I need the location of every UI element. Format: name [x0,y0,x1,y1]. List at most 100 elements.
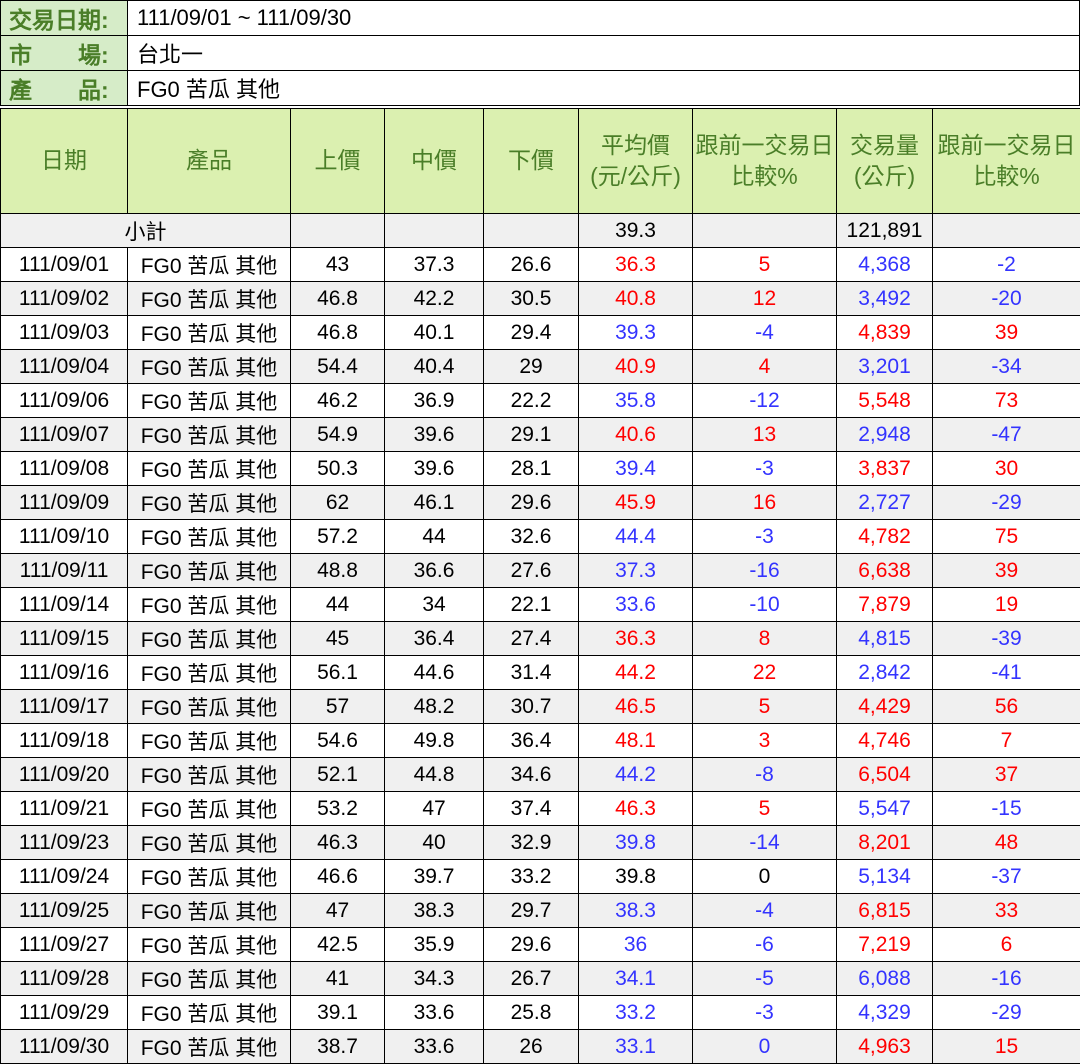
low-price-cell: 27.4 [484,622,579,656]
avg-price-cell: 34.1 [579,962,693,996]
volume-cell: 3,837 [837,452,933,486]
high-price-cell: 38.7 [291,1030,385,1064]
avg-change-cell: -10 [693,588,837,622]
col-header-low-price: 下價 [484,109,579,214]
high-price-cell: 46.2 [291,384,385,418]
table-header-row: 日期 產品 上價 中價 下價 平均價(元/公斤) 跟前一交易日比較% 交易量(公… [1,109,1080,214]
volume-change-cell: 6 [933,928,1080,962]
mid-price-cell: 39.7 [385,860,484,894]
mid-price-cell: 33.6 [385,996,484,1030]
query-info-table: 交易日期: 111/09/01 ~ 111/09/30 市 場: 台北一 產 品… [0,0,1080,106]
volume-cell: 3,492 [837,282,933,316]
avg-price-cell: 36.3 [579,622,693,656]
high-price-cell: 46.3 [291,826,385,860]
avg-price-cell: 37.3 [579,554,693,588]
mid-price-cell: 38.3 [385,894,484,928]
avg-change-cell: 0 [693,860,837,894]
mid-price-cell: 39.6 [385,418,484,452]
avg-price-cell: 40.9 [579,350,693,384]
low-price-cell: 29.1 [484,418,579,452]
volume-cell: 6,638 [837,554,933,588]
date-cell: 111/09/09 [1,486,128,520]
product-cell: FG0 苦瓜 其他 [128,384,291,418]
product-cell: FG0 苦瓜 其他 [128,554,291,588]
avg-price-cell: 44.2 [579,656,693,690]
mid-price-cell: 36.4 [385,622,484,656]
mid-price-cell: 48.2 [385,690,484,724]
volume-change-cell: 33 [933,894,1080,928]
avg-price-cell: 48.1 [579,724,693,758]
mid-price-cell: 42.2 [385,282,484,316]
product-cell: FG0 苦瓜 其他 [128,588,291,622]
date-cell: 111/09/17 [1,690,128,724]
volume-change-cell: 15 [933,1030,1080,1064]
high-price-cell: 46.8 [291,316,385,350]
info-row-product: 產 品: FG0 苦瓜 其他 [1,71,1080,106]
date-cell: 111/09/08 [1,452,128,486]
product-cell: FG0 苦瓜 其他 [128,452,291,486]
date-cell: 111/09/06 [1,384,128,418]
volume-cell: 4,782 [837,520,933,554]
avg-change-cell: -6 [693,928,837,962]
mid-price-cell: 34.3 [385,962,484,996]
volume-change-cell: 7 [933,724,1080,758]
data-row: 111/09/20 FG0 苦瓜 其他 52.1 44.8 34.6 44.2 … [1,758,1080,792]
avg-change-cell: 5 [693,792,837,826]
low-price-cell: 31.4 [484,656,579,690]
product-cell: FG0 苦瓜 其他 [128,894,291,928]
product-cell: FG0 苦瓜 其他 [128,316,291,350]
volume-change-cell: -20 [933,282,1080,316]
product-cell: FG0 苦瓜 其他 [128,486,291,520]
volume-change-cell: -16 [933,962,1080,996]
mid-price-cell: 36.9 [385,384,484,418]
date-cell: 111/09/04 [1,350,128,384]
data-row: 111/09/10 FG0 苦瓜 其他 57.2 44 32.6 44.4 -3… [1,520,1080,554]
avg-price-cell: 46.5 [579,690,693,724]
volume-cell: 5,547 [837,792,933,826]
col-header-product: 產品 [128,109,291,214]
volume-cell: 4,329 [837,996,933,1030]
avg-change-cell: 13 [693,418,837,452]
date-cell: 111/09/03 [1,316,128,350]
date-cell: 111/09/15 [1,622,128,656]
low-price-cell: 36.4 [484,724,579,758]
avg-price-cell: 44.2 [579,758,693,792]
product-cell: FG0 苦瓜 其他 [128,1030,291,1064]
avg-change-cell: 5 [693,690,837,724]
low-price-cell: 32.6 [484,520,579,554]
high-price-cell: 39.1 [291,996,385,1030]
data-row: 111/09/11 FG0 苦瓜 其他 48.8 36.6 27.6 37.3 … [1,554,1080,588]
mid-price-cell: 39.6 [385,452,484,486]
date-cell: 111/09/01 [1,248,128,282]
data-row: 111/09/02 FG0 苦瓜 其他 46.8 42.2 30.5 40.8 … [1,282,1080,316]
data-row: 111/09/18 FG0 苦瓜 其他 54.6 49.8 36.4 48.1 … [1,724,1080,758]
volume-cell: 2,727 [837,486,933,520]
low-price-cell: 29.7 [484,894,579,928]
subtotal-volume-change-cell [933,214,1080,248]
volume-cell: 6,088 [837,962,933,996]
date-cell: 111/09/20 [1,758,128,792]
volume-cell: 2,948 [837,418,933,452]
volume-change-cell: -34 [933,350,1080,384]
high-price-cell: 52.1 [291,758,385,792]
volume-change-cell: 73 [933,384,1080,418]
data-row: 111/09/23 FG0 苦瓜 其他 46.3 40 32.9 39.8 -1… [1,826,1080,860]
volume-change-cell: 30 [933,452,1080,486]
volume-change-cell: -47 [933,418,1080,452]
mid-price-cell: 33.6 [385,1030,484,1064]
avg-change-cell: -4 [693,894,837,928]
high-price-cell: 48.8 [291,554,385,588]
low-price-cell: 29.6 [484,486,579,520]
volume-change-cell: 19 [933,588,1080,622]
date-cell: 111/09/07 [1,418,128,452]
avg-price-cell: 39.8 [579,860,693,894]
avg-price-cell: 39.4 [579,452,693,486]
date-cell: 111/09/29 [1,996,128,1030]
product-cell: FG0 苦瓜 其他 [128,860,291,894]
mid-price-cell: 36.6 [385,554,484,588]
low-price-cell: 30.7 [484,690,579,724]
volume-change-cell: 56 [933,690,1080,724]
avg-change-cell: 16 [693,486,837,520]
high-price-cell: 46.8 [291,282,385,316]
low-price-cell: 26.7 [484,962,579,996]
